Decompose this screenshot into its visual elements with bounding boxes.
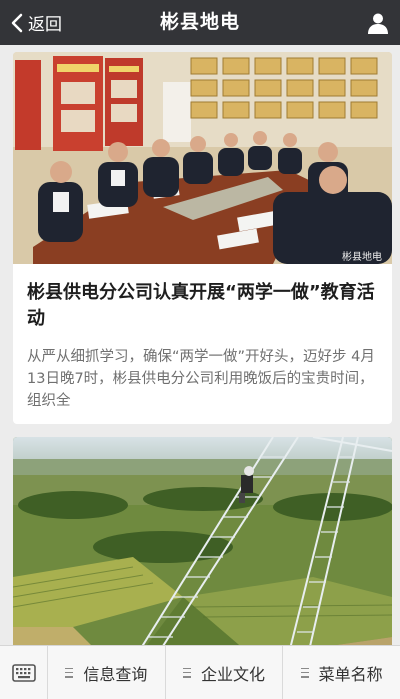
menu-list-icon — [183, 667, 191, 678]
article-summary: 从严从细抓学习，确保“两学一做”开好头，迈好步 4月13日晚7时，彬县供电分公司… — [27, 349, 375, 409]
article-title[interactable]: 彬县供电分公司认真开展“两学一做”教育活动 — [13, 264, 392, 332]
power-line-photo — [13, 437, 392, 645]
back-label: 返回 — [28, 15, 62, 35]
menu-item-info-query[interactable]: 信息查询 — [48, 646, 166, 699]
menu-item-label: 信息查询 — [83, 664, 148, 684]
keyboard-icon — [11, 663, 36, 682]
user-icon[interactable] — [366, 11, 390, 35]
bottom-menu: 信息查询 企业文化 菜单名称 — [0, 645, 400, 699]
article-card[interactable]: 彬县地电 彬县供电分公司认真开展“两学一做”教育活动 从严从细抓学习，确保“两学… — [13, 52, 392, 424]
menu-list-icon — [300, 667, 309, 678]
menu-item-corporate-culture[interactable]: 企业文化 — [166, 646, 284, 699]
article-feed: 彬县地电 彬县供电分公司认真开展“两学一做”教育活动 从严从细抓学习，确保“两学… — [0, 45, 400, 645]
meeting-photo — [13, 52, 392, 264]
image-watermark: 彬县地电 — [342, 252, 382, 263]
chevron-left-icon — [11, 13, 23, 32]
keyboard-toggle-button[interactable] — [0, 646, 48, 699]
menu-item-menu-name[interactable]: 菜单名称 — [283, 646, 400, 699]
article-card[interactable] — [13, 437, 392, 645]
menu-item-label: 菜单名称 — [318, 664, 383, 684]
menu-list-icon — [65, 667, 74, 678]
top-bar: 返回 彬县地电 — [0, 0, 400, 45]
menu-item-label: 企业文化 — [201, 664, 266, 684]
back-button[interactable]: 返回 — [10, 0, 62, 45]
